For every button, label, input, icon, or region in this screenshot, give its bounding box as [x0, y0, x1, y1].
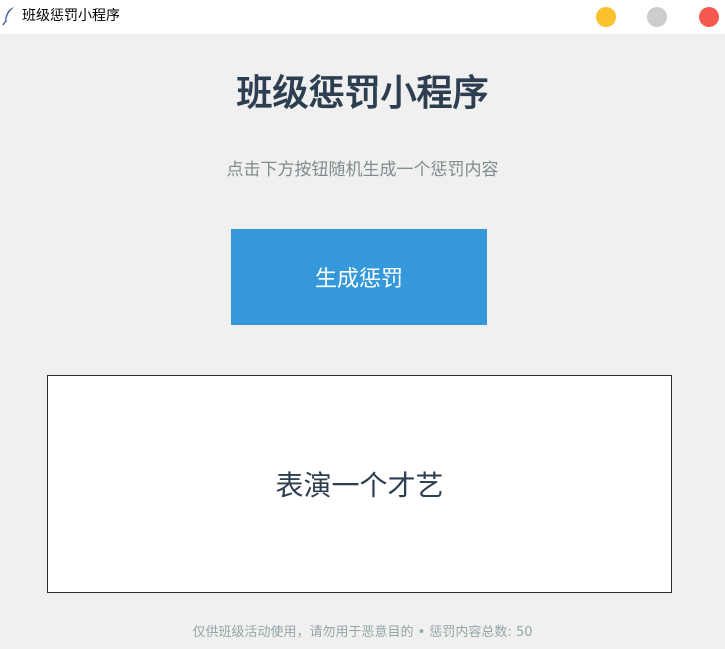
close-button[interactable]	[699, 7, 719, 27]
generate-punishment-button[interactable]: 生成惩罚	[231, 229, 487, 325]
feather-icon	[2, 7, 14, 26]
minimize-button[interactable]	[596, 7, 616, 27]
footer-text: 仅供班级活动使用，请勿用于恶意目的 • 惩罚内容总数: 50	[192, 625, 533, 640]
window-title: 班级惩罚小程序	[22, 8, 120, 24]
maximize-button[interactable]	[647, 7, 667, 27]
window-titlebar: 班级惩罚小程序	[0, 0, 725, 34]
result-display: 表演一个才艺	[47, 375, 672, 593]
instruction-text: 点击下方按钮随机生成一个惩罚内容	[226, 160, 499, 180]
page-title: 班级惩罚小程序	[236, 73, 489, 114]
punishment-result-text: 表演一个才艺	[275, 469, 444, 502]
